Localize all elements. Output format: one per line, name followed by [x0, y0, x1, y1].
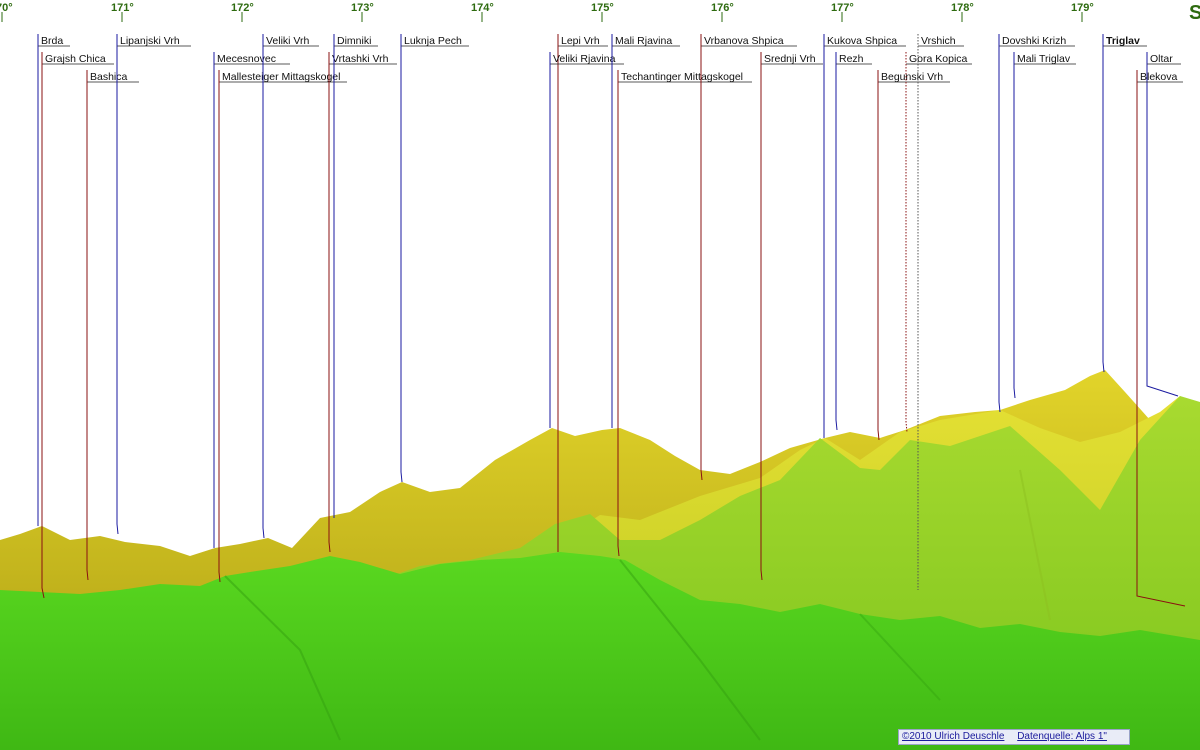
peak-leader-line	[400, 34, 403, 483]
degree-label-176: 176°	[711, 2, 734, 14]
peak-leader-line	[86, 70, 89, 581]
peak-label: Oltar	[1150, 53, 1173, 65]
peak-dovshki-krizh: Dovshki Krizh	[998, 34, 1075, 413]
peak-vrbanova-shpica: Vrbanova Shpica	[700, 34, 797, 481]
peak-label: Blekova	[1140, 71, 1178, 83]
degree-label-173: 173°	[351, 2, 374, 14]
peak-mecesnovec: Mecesnovec	[213, 52, 290, 548]
peak-triglav: Triglav	[1102, 34, 1147, 373]
peak-label: Begunski Vrh	[881, 71, 943, 83]
panorama-stage: 70° 171° 172° 173° 174° 175° 176° 177° 1…	[0, 0, 1200, 750]
peak-leader-line	[116, 34, 119, 535]
peak-label: Grajsh Chica	[45, 53, 106, 65]
peak-veliki-vrh: Veliki Vrh	[262, 34, 319, 539]
peak-label: Veliki Rjavina	[553, 53, 616, 65]
degree-label-172: 172°	[231, 2, 254, 14]
peak-veliki-rjavina: Veliki Rjavina	[549, 52, 624, 428]
peak-leader-line	[998, 34, 1001, 413]
peak-brda: Brda	[37, 34, 70, 526]
degree-scale: 70° 171° 172° 173° 174° 175° 176° 177° 1…	[0, 2, 1200, 24]
peak-label: Mecesnovec	[217, 53, 276, 65]
peak-label: Srednji Vrh	[764, 53, 816, 65]
peak-lipanjski-vrh: Lipanjski Vrh	[116, 34, 191, 535]
datasource-link[interactable]: Datenquelle: Alps 1"	[1017, 731, 1107, 742]
peak-label: Lepi Vrh	[561, 35, 600, 47]
peak-leader-line	[328, 52, 331, 553]
peak-label: Mali Rjavina	[615, 35, 672, 47]
peak-leader-line	[218, 70, 221, 583]
degree-label-174: 174°	[471, 2, 494, 14]
peak-label: Brda	[41, 35, 63, 47]
peak-dimniki: Dimniki	[333, 34, 378, 518]
peak-leader-line	[262, 34, 265, 539]
peak-begunski-vrh: Begunski Vrh	[877, 70, 950, 441]
peak-mallesteiger-mittagskogel: Mallesteiger Mittagskogel	[218, 70, 347, 583]
peak-label: Kukova Shpica	[827, 35, 897, 47]
degree-label-171: 171°	[111, 2, 134, 14]
credits-bar: ©2010 Ulrich Deuschle Datenquelle: Alps …	[898, 729, 1130, 745]
peak-luknja-pech: Luknja Pech	[400, 34, 469, 483]
peak-label: Vrbanova Shpica	[704, 35, 784, 47]
compass-label-south: S	[1189, 2, 1200, 24]
peak-label: Triglav	[1106, 35, 1140, 47]
peak-label: Dovshki Krizh	[1002, 35, 1066, 47]
peak-label: Veliki Vrh	[266, 35, 310, 47]
peak-label: Mallesteiger Mittagskogel	[222, 71, 340, 83]
peak-label: Mali Triglav	[1017, 53, 1071, 65]
degree-label-178: 178°	[951, 2, 974, 14]
peak-label: Rezh	[839, 53, 864, 65]
peak-leader-line	[1013, 52, 1016, 399]
panorama-svg: 70° 171° 172° 173° 174° 175° 176° 177° 1…	[0, 2, 1200, 750]
peak-label: Techantinger Mittagskogel	[621, 71, 743, 83]
degree-label-177: 177°	[831, 2, 854, 14]
peak-mali-triglav: Mali Triglav	[1013, 52, 1076, 399]
peak-leader-line	[835, 52, 838, 431]
peak-leader-line	[905, 52, 908, 433]
peak-leader-line	[1102, 34, 1105, 373]
peak-label: Vrshich	[921, 35, 956, 47]
degree-label-175: 175°	[591, 2, 614, 14]
peak-grajsh-chica: Grajsh Chica	[41, 52, 114, 599]
peak-gora-kopica: Gora Kopica	[905, 52, 972, 433]
copyright-link[interactable]: ©2010 Ulrich Deuschle	[902, 731, 1004, 742]
degree-label-170: 70°	[0, 2, 13, 14]
peak-leader-line	[877, 70, 880, 441]
peak-leader-line	[700, 34, 703, 481]
degree-label-179: 179°	[1071, 2, 1094, 14]
peak-oltar: Oltar	[1146, 52, 1181, 397]
peak-mali-rjavina: Mali Rjavina	[611, 34, 680, 428]
peak-label: Vrtashki Vrh	[332, 53, 389, 65]
peak-leader-line	[1146, 52, 1179, 397]
peak-leader-line	[41, 52, 45, 599]
peak-bashica: Bashica	[86, 70, 139, 581]
peak-label: Gora Kopica	[909, 53, 968, 65]
peak-rezh: Rezh	[835, 52, 872, 431]
peak-label: Bashica	[90, 71, 128, 83]
peak-label: Dimniki	[337, 35, 371, 47]
peak-label: Lipanjski Vrh	[120, 35, 180, 47]
peak-vrtashki-vrh: Vrtashki Vrh	[328, 52, 397, 553]
peak-label: Luknja Pech	[404, 35, 462, 47]
